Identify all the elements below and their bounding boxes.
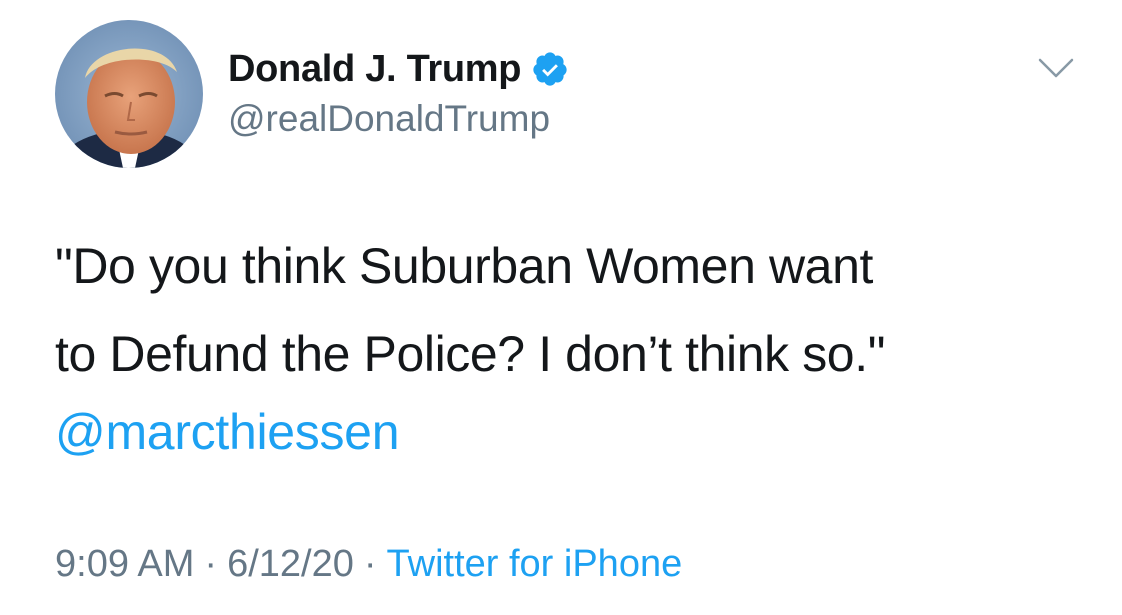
- meta-separator: ·: [363, 543, 377, 585]
- author-display-name[interactable]: Donald J. Trump: [228, 48, 522, 91]
- tweet-time[interactable]: 9:09 AM: [55, 543, 194, 585]
- tweet-source-link[interactable]: Twitter for iPhone: [387, 543, 683, 585]
- tweet-text: "Do you think Suburban Women want to Def…: [55, 222, 1095, 398]
- tweet-card: Donald J. Trump @realDonaldTrump "Do you…: [0, 0, 1122, 615]
- tweet-text-line: "Do you think Suburban Women want: [55, 238, 873, 294]
- verified-badge-icon: [531, 50, 569, 88]
- avatar-image: [55, 20, 203, 168]
- avatar[interactable]: [55, 20, 203, 168]
- author-handle[interactable]: @realDonaldTrump: [228, 98, 550, 140]
- mention-link[interactable]: @marcthiessen: [55, 392, 400, 472]
- tweet-text-line: to Defund the Police? I don’t think so.": [55, 326, 886, 382]
- meta-separator: ·: [204, 543, 218, 585]
- tweet-meta: 9:09 AM · 6/12/20 · Twitter for iPhone: [55, 538, 682, 590]
- tweet-date[interactable]: 6/12/20: [227, 543, 354, 585]
- chevron-down-icon[interactable]: [1036, 56, 1076, 80]
- author-name-row: Donald J. Trump: [228, 44, 569, 94]
